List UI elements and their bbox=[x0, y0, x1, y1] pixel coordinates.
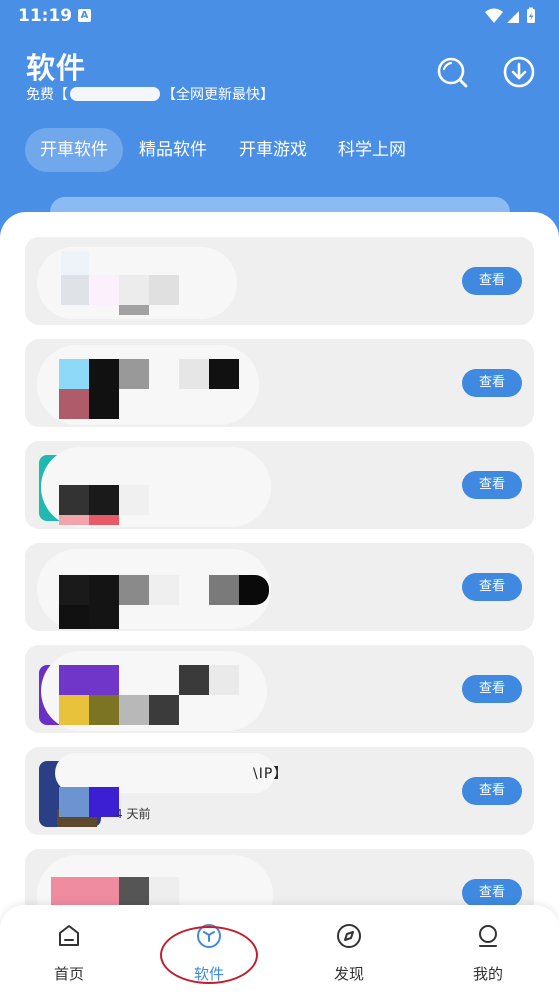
nav-discover-label: 发现 bbox=[333, 965, 364, 983]
app-thumbnail-redacted bbox=[37, 345, 287, 425]
nav-discover[interactable]: 发现 bbox=[309, 923, 389, 983]
bottom-nav: 首页 软件 发现 我的 bbox=[0, 905, 559, 993]
wifi-icon bbox=[485, 8, 503, 23]
list-item[interactable]: 查看 bbox=[25, 645, 534, 733]
tab-kaiche-software[interactable]: 开車软件 bbox=[25, 128, 123, 172]
status-time: 11:19 bbox=[18, 6, 73, 26]
app-thumbnail-redacted bbox=[37, 651, 287, 731]
notification-icon: A bbox=[78, 9, 91, 22]
view-button[interactable]: 查看 bbox=[462, 471, 522, 499]
item-title-fragment: \IP】 bbox=[253, 766, 289, 782]
tab-science-internet[interactable]: 科学上网 bbox=[338, 128, 406, 172]
tab-premium-software[interactable]: 精品软件 bbox=[139, 128, 207, 172]
view-button[interactable]: 查看 bbox=[462, 573, 522, 601]
nav-profile-label: 我的 bbox=[472, 965, 503, 983]
list-item[interactable]: 查看 bbox=[25, 543, 534, 631]
highlight-annotation bbox=[160, 926, 258, 984]
app-thumbnail-redacted bbox=[37, 447, 287, 527]
view-button[interactable]: 查看 bbox=[462, 369, 522, 397]
app-thumbnail-redacted bbox=[37, 243, 287, 323]
download-button[interactable] bbox=[502, 55, 536, 89]
list-item[interactable]: \IP】 4 天前 查看 bbox=[25, 747, 534, 835]
status-icons bbox=[485, 7, 535, 23]
view-button[interactable]: 查看 bbox=[462, 777, 522, 805]
home-icon bbox=[59, 925, 79, 946]
view-button[interactable]: 查看 bbox=[462, 675, 522, 703]
software-list: 查看 查看 查看 查看 查看 \IP】 4 天前 查看 查看 bbox=[0, 212, 559, 993]
view-button[interactable]: 查看 bbox=[462, 267, 522, 295]
search-button[interactable] bbox=[435, 55, 469, 89]
nav-profile[interactable]: 我的 bbox=[448, 923, 528, 983]
status-bar: 11:19 A bbox=[0, 0, 559, 32]
list-item[interactable]: 查看 bbox=[25, 237, 534, 325]
list-item[interactable]: 查看 bbox=[25, 441, 534, 529]
app-thumbnail-redacted bbox=[37, 549, 287, 629]
view-button[interactable]: 查看 bbox=[462, 879, 522, 907]
app-thumbnail-redacted bbox=[37, 753, 287, 833]
tab-kaiche-games[interactable]: 开車游戏 bbox=[239, 128, 307, 172]
subtitle-prefix: 免费【 bbox=[26, 87, 68, 103]
list-item[interactable]: 查看 bbox=[25, 339, 534, 427]
item-date: 4 天前 bbox=[115, 807, 151, 821]
nav-home[interactable]: 首页 bbox=[29, 923, 109, 983]
page-title: 软件 bbox=[26, 51, 87, 85]
page-subtitle: 免费【 【全网更新最快】 bbox=[26, 84, 274, 104]
signal-icon bbox=[507, 11, 519, 23]
compass-icon bbox=[337, 924, 361, 948]
profile-icon bbox=[479, 925, 497, 947]
nav-home-label: 首页 bbox=[53, 965, 84, 983]
redacted-text bbox=[70, 87, 160, 101]
subtitle-suffix: 【全网更新最快】 bbox=[162, 87, 274, 103]
